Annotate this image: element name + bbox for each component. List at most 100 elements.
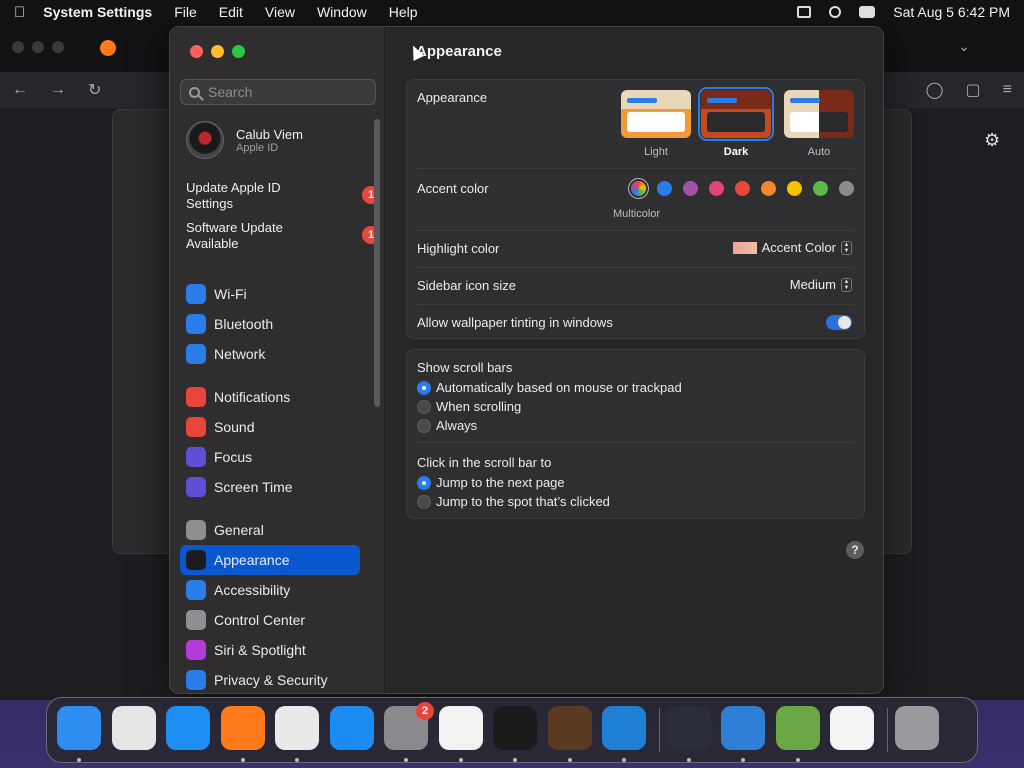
moon-icon	[186, 447, 206, 467]
sidebar-item-screen-time[interactable]: Screen Time	[180, 472, 360, 502]
finder-icon[interactable]	[57, 706, 101, 750]
wifi-icon	[186, 284, 206, 304]
menu-edit[interactable]: Edit	[219, 4, 243, 20]
globe-icon	[186, 344, 206, 364]
accent-color-multicolor[interactable]	[631, 181, 646, 196]
forward-arrow-icon[interactable]: →	[50, 81, 66, 99]
running-indicator	[404, 758, 408, 762]
accent-color-swatch[interactable]	[683, 181, 698, 196]
accent-color-swatch[interactable]	[735, 181, 750, 196]
back-arrow-icon[interactable]: ←	[12, 81, 28, 99]
textedit-icon[interactable]	[438, 706, 483, 750]
appearance-card: Appearance Light Dark Auto Accent color …	[406, 79, 865, 339]
gear-icon[interactable]: ⚙	[984, 130, 1000, 151]
software-update-available[interactable]: Software Update Available 1	[186, 220, 380, 252]
update-apple-id-settings[interactable]: Update Apple ID Settings 1	[186, 180, 380, 212]
sidebar-item-bluetooth[interactable]: Bluetooth	[180, 309, 360, 339]
accent-color-swatch[interactable]	[839, 181, 854, 196]
java-icon[interactable]	[830, 706, 874, 750]
wallpaper-tinting-toggle[interactable]	[826, 315, 852, 330]
launchpad-icon[interactable]	[111, 706, 156, 750]
firefox-tab-icon[interactable]	[100, 40, 116, 56]
apple-id-account[interactable]: Calub Viem Apple ID	[186, 121, 303, 159]
sidebar-item-sound[interactable]: Sound	[180, 412, 360, 442]
sidebar-item-privacy-security[interactable]: Privacy & Security	[180, 665, 360, 693]
stage-manager-icon[interactable]	[797, 6, 812, 18]
minecraft-icon[interactable]	[775, 706, 820, 750]
accent-color-swatch[interactable]	[761, 181, 776, 196]
menu-help[interactable]: Help	[389, 4, 418, 20]
radio-always[interactable]	[417, 419, 431, 433]
sidebar-item-siri-spotlight[interactable]: Siri & Spotlight	[180, 635, 360, 665]
click-scroll-bar-label: Click in the scroll bar to	[417, 455, 552, 470]
accent-color-swatch[interactable]	[813, 181, 828, 196]
accent-color-swatch[interactable]	[787, 181, 802, 196]
sidebar-item-focus[interactable]: Focus	[180, 442, 360, 472]
help-button[interactable]: ?	[846, 541, 864, 559]
control-center-icon	[186, 610, 206, 630]
hand-icon	[186, 670, 206, 690]
vscode-icon[interactable]	[602, 706, 646, 750]
reload-icon[interactable]: ↻	[88, 80, 101, 100]
minimize-button[interactable]	[211, 45, 224, 58]
extensions-icon[interactable]: ▢	[966, 80, 981, 100]
radio-label: Automatically based on mouse or trackpad	[436, 380, 682, 395]
radio-automatically[interactable]	[417, 381, 431, 395]
accessibility-icon	[186, 580, 206, 600]
running-indicator	[458, 758, 463, 762]
appearance-label: Appearance	[417, 90, 488, 105]
tabs-chevron-icon[interactable]: ⌄	[958, 38, 970, 55]
menu-file[interactable]: File	[174, 4, 197, 20]
sidebar-item-accessibility[interactable]: Accessibility	[180, 575, 360, 605]
sidebar-item-label: Notifications	[214, 389, 291, 405]
accent-color-label: Accent color	[417, 181, 489, 196]
app-store-icon[interactable]	[329, 706, 374, 750]
chrome-icon[interactable]	[275, 706, 319, 750]
safari-icon[interactable]	[166, 706, 210, 750]
accent-color-swatch[interactable]	[709, 181, 724, 196]
highlight-color-label: Highlight color	[417, 241, 500, 256]
divider	[417, 230, 854, 231]
pocket-icon[interactable]: ◯	[926, 80, 944, 100]
wallpaper-tinting-label: Allow wallpaper tinting in windows	[417, 315, 613, 330]
zoom-button[interactable]	[232, 45, 245, 58]
appearance-option-light[interactable]	[621, 90, 691, 138]
close-button[interactable]	[190, 45, 203, 58]
appearance-option-auto[interactable]	[784, 90, 854, 138]
terminal-icon[interactable]	[493, 706, 537, 750]
menu-view[interactable]: View	[265, 4, 295, 20]
sidebar-item-notifications[interactable]: Notifications	[180, 382, 360, 412]
sidebar-icon-size-popup[interactable]: Medium ▲ ▼	[790, 277, 852, 292]
spotlight-icon[interactable]	[829, 6, 842, 18]
control-center-icon[interactable]	[859, 6, 876, 18]
icloud-weather-icon[interactable]	[721, 706, 765, 750]
highlight-color-popup[interactable]: Accent Color ▲ ▼	[732, 240, 852, 255]
davinci-resolve-icon[interactable]	[666, 706, 711, 750]
radio-jump-to-spot[interactable]	[417, 495, 431, 509]
search-field[interactable]: Search	[180, 79, 376, 105]
sidebar-scrollbar[interactable]	[374, 119, 380, 407]
appearance-option-label: Dark	[723, 146, 749, 158]
trash-icon[interactable]	[894, 706, 939, 750]
appearance-option-dark[interactable]	[698, 87, 774, 141]
sidebar-item-general[interactable]: General	[180, 515, 360, 545]
apple-menu-icon[interactable]: 	[14, 4, 25, 21]
sidebar-item-control-center[interactable]: Control Center	[180, 605, 360, 635]
app-menu[interactable]: System Settings	[43, 4, 152, 20]
menubar-clock[interactable]: Sat Aug 5 6:42 PM	[893, 4, 1010, 20]
menu-window[interactable]: Window	[317, 4, 367, 20]
sidebar-item-network[interactable]: Network	[180, 339, 360, 369]
radio-jump-next-page[interactable]	[417, 476, 431, 490]
sidebar-item-appearance[interactable]: Appearance	[180, 545, 360, 575]
garageband-icon[interactable]	[547, 706, 592, 750]
speaker-icon	[186, 417, 206, 437]
hamburger-menu-icon[interactable]: ≡	[1003, 81, 1012, 99]
browser-window-controls[interactable]	[12, 40, 72, 56]
radio-when-scrolling[interactable]	[417, 400, 431, 414]
firefox-icon[interactable]	[220, 706, 265, 750]
accent-color-swatch[interactable]	[657, 181, 672, 196]
sidebar-item-wi-fi[interactable]: Wi-Fi	[180, 279, 360, 309]
accent-selected-label: Multicolor	[613, 208, 661, 220]
running-indicator	[567, 758, 572, 762]
sidebar-item-label: Control Center	[214, 612, 306, 628]
